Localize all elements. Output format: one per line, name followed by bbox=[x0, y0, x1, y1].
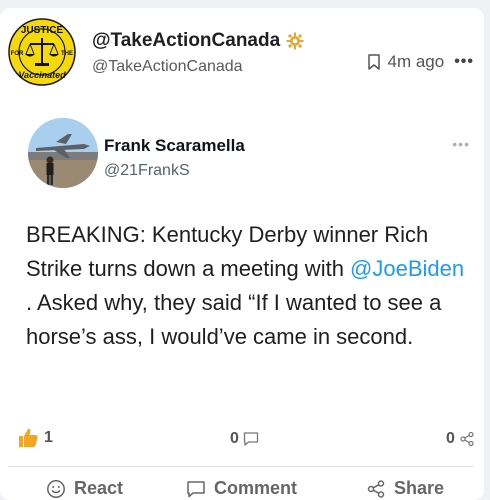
tweet-text-after: . Asked why, they said “If I wanted to s… bbox=[26, 290, 442, 349]
divider bbox=[8, 466, 474, 467]
justice-for-the-vaccinated-logo[interactable]: JUSTICE FOR THE Vaccinated bbox=[8, 18, 76, 86]
embedded-author-handle: @21FrankS bbox=[104, 162, 190, 179]
share-button[interactable]: Share bbox=[366, 478, 444, 499]
post-card: JUSTICE FOR THE Vaccinated @TakeActionCa… bbox=[0, 8, 484, 500]
smiley-icon bbox=[47, 479, 65, 498]
post-stats: 1 0 0 bbox=[0, 426, 484, 456]
share-icon bbox=[367, 479, 385, 498]
bookmark-icon[interactable] bbox=[367, 54, 381, 70]
shares-count: 0 bbox=[446, 430, 455, 447]
post-actions: React Comment Share bbox=[0, 478, 484, 500]
tweet-text: BREAKING: Kentucky Derby winner Rich Str… bbox=[26, 218, 476, 354]
share-label: Share bbox=[394, 478, 445, 498]
badge-icon bbox=[286, 32, 304, 50]
logo-text-bottom: Vaccinated bbox=[18, 70, 66, 80]
comment-icon bbox=[187, 480, 205, 497]
header-right: 4m ago ••• bbox=[367, 52, 474, 72]
thumbs-up-icon bbox=[19, 428, 38, 447]
react-button[interactable]: React bbox=[46, 478, 123, 499]
embedded-avatar-image bbox=[28, 118, 98, 188]
comment-bubble-icon bbox=[243, 432, 259, 446]
logo-text-top: JUSTICE bbox=[21, 25, 64, 36]
author-handle: @TakeActionCanada bbox=[92, 58, 243, 75]
likes-count: 1 bbox=[44, 429, 53, 446]
comment-button[interactable]: Comment bbox=[186, 478, 297, 499]
time-ago: 4m ago bbox=[387, 52, 445, 71]
react-label: React bbox=[74, 478, 124, 498]
comments-stat[interactable]: 0 bbox=[230, 430, 259, 448]
shares-stat[interactable]: 0 bbox=[446, 430, 475, 448]
embedded-more-icon[interactable]: ••• bbox=[452, 136, 470, 152]
more-options-icon[interactable]: ••• bbox=[454, 53, 474, 71]
post-header: JUSTICE FOR THE Vaccinated @TakeActionCa… bbox=[8, 18, 476, 88]
share-icon bbox=[460, 431, 474, 447]
author-block: @TakeActionCanada @TakeActionCanada bbox=[92, 30, 304, 76]
embedded-avatar[interactable] bbox=[28, 118, 98, 188]
embedded-tweet[interactable]: Frank Scaramella @21FrankS ••• BREAKING:… bbox=[8, 104, 478, 408]
likes-stat[interactable]: 1 bbox=[16, 426, 53, 450]
comments-count: 0 bbox=[230, 430, 239, 447]
author-name[interactable]: @TakeActionCanada bbox=[92, 30, 280, 52]
logo-text-right: THE bbox=[61, 51, 73, 57]
logo-text-left: FOR bbox=[11, 51, 24, 57]
embedded-author-name[interactable]: Frank Scaramella bbox=[104, 136, 245, 156]
mention-link[interactable]: @JoeBiden bbox=[350, 256, 464, 281]
comment-label: Comment bbox=[214, 478, 298, 498]
